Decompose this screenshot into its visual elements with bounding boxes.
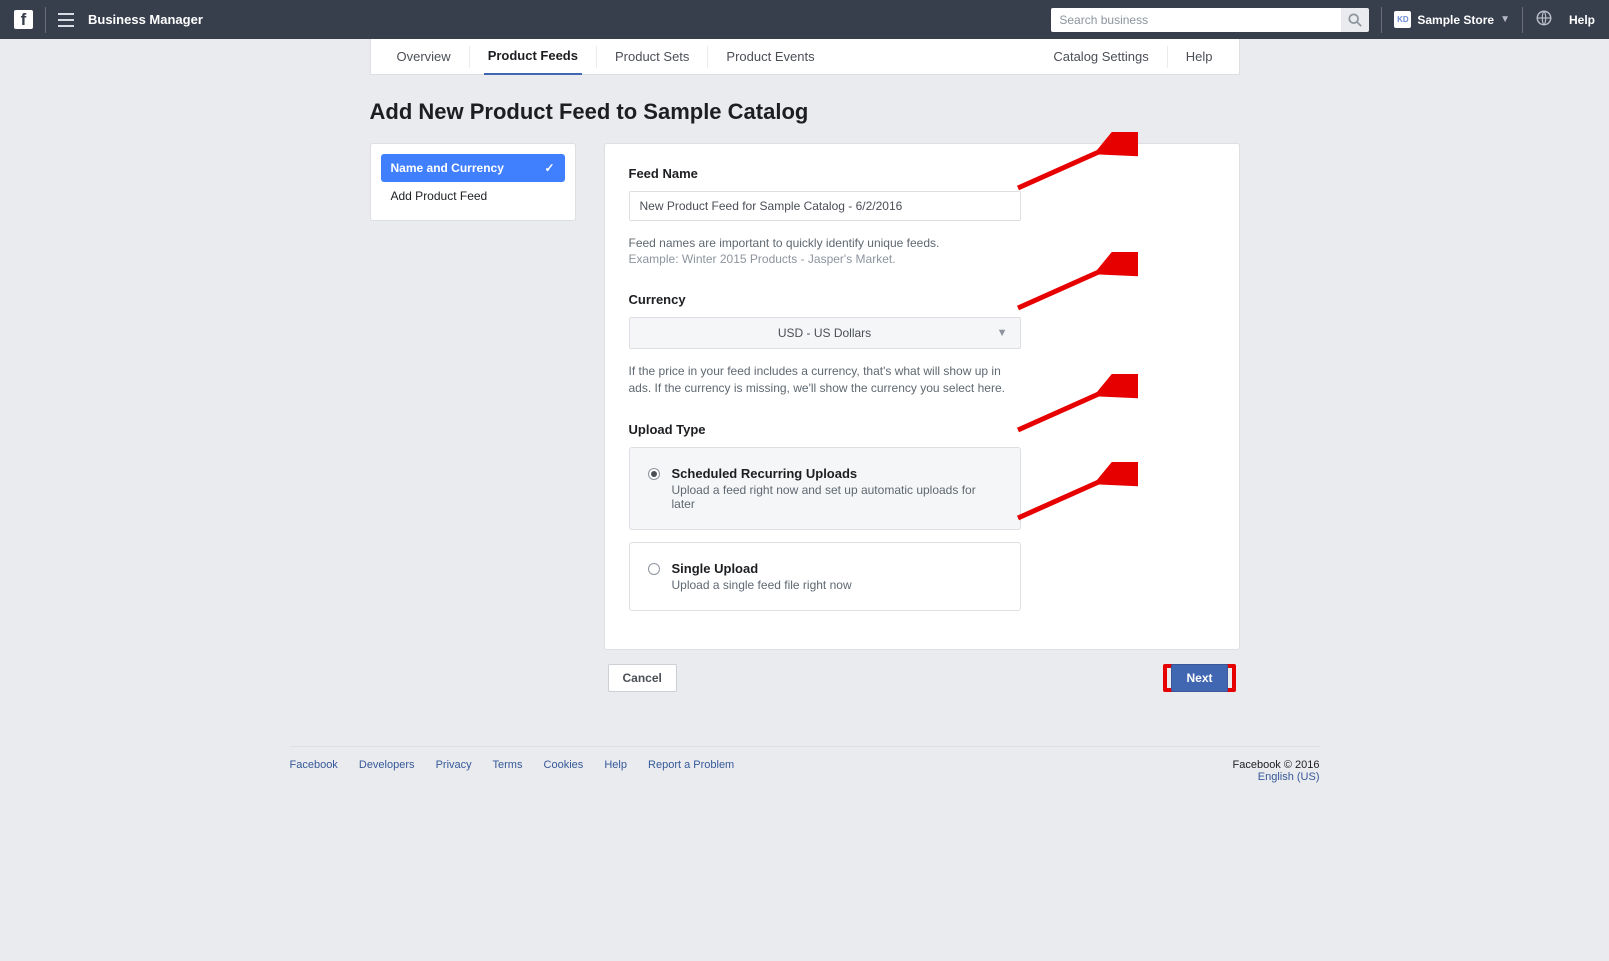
menu-icon[interactable]	[58, 13, 74, 27]
store-logo-icon: KD	[1394, 11, 1411, 28]
wizard-step-label: Add Product Feed	[391, 189, 488, 203]
footer-link[interactable]: Cookies	[544, 759, 584, 771]
tab-product-sets[interactable]: Product Sets	[611, 39, 693, 75]
top-help-link[interactable]: Help	[1569, 13, 1595, 27]
footer-link[interactable]: Facebook	[290, 759, 338, 771]
footer-copyright: Facebook © 2016	[1233, 759, 1320, 771]
divider	[1522, 7, 1523, 33]
upload-option-desc: Upload a single feed file right now	[672, 578, 852, 592]
divider	[1381, 7, 1382, 33]
search-icon	[1348, 13, 1362, 27]
topbar: f Business Manager KD Sample Store ▼ Hel…	[0, 0, 1609, 39]
tabs-bar: Overview Product Feeds Product Sets Prod…	[370, 39, 1240, 75]
currency-selected: USD - US Dollars	[778, 326, 871, 340]
store-name: Sample Store	[1417, 13, 1494, 27]
page-title: Add New Product Feed to Sample Catalog	[370, 99, 1240, 125]
footer-links: Facebook Developers Privacy Terms Cookie…	[290, 759, 753, 783]
upload-option-desc: Upload a feed right now and set up autom…	[672, 483, 1002, 511]
upload-option-title: Single Upload	[672, 561, 852, 576]
feed-name-label: Feed Name	[629, 166, 1215, 181]
search-wrap	[1051, 8, 1369, 32]
footer-link[interactable]: Privacy	[436, 759, 472, 771]
radio-icon	[648, 468, 660, 480]
upload-option-title: Scheduled Recurring Uploads	[672, 466, 1002, 481]
check-icon: ✓	[544, 161, 554, 175]
store-switcher[interactable]: KD Sample Store ▼	[1394, 11, 1510, 28]
chevron-down-icon: ▼	[1500, 14, 1510, 25]
upload-type-label: Upload Type	[629, 422, 1215, 437]
notifications-globe-icon[interactable]	[1535, 9, 1553, 30]
footer-link[interactable]: Report a Problem	[648, 759, 734, 771]
tab-product-feeds[interactable]: Product Feeds	[484, 39, 582, 75]
divider	[45, 7, 46, 33]
footer: Facebook Developers Privacy Terms Cookie…	[290, 746, 1320, 823]
feed-name-help: Feed names are important to quickly iden…	[629, 235, 1215, 252]
wizard-step-name-currency[interactable]: Name and Currency ✓	[381, 154, 565, 182]
annotation-highlight: Next	[1163, 664, 1235, 692]
wizard-step-label: Name and Currency	[391, 161, 504, 175]
radio-icon	[648, 563, 660, 575]
next-button[interactable]: Next	[1171, 664, 1227, 692]
footer-link[interactable]: Developers	[359, 759, 415, 771]
chevron-down-icon: ▼	[997, 327, 1008, 339]
form-card: Feed Name Feed names are important to qu…	[604, 143, 1240, 650]
currency-help: If the price in your feed includes a cur…	[629, 363, 1021, 397]
search-input[interactable]	[1051, 8, 1341, 32]
upload-type-option-scheduled[interactable]: Scheduled Recurring Uploads Upload a fee…	[629, 447, 1021, 530]
tab-overview[interactable]: Overview	[393, 39, 455, 75]
search-button[interactable]	[1341, 8, 1369, 32]
app-title: Business Manager	[88, 12, 203, 27]
upload-type-option-single[interactable]: Single Upload Upload a single feed file …	[629, 542, 1021, 611]
facebook-logo-icon[interactable]: f	[14, 10, 33, 29]
feed-name-input[interactable]	[629, 191, 1021, 221]
feed-name-example: Example: Winter 2015 Products - Jasper's…	[629, 252, 1215, 266]
annotation-arrow-icon	[1008, 462, 1138, 532]
wizard-steps: Name and Currency ✓ Add Product Feed	[370, 143, 576, 221]
tabs-help-link[interactable]: Help	[1182, 39, 1217, 75]
footer-link[interactable]: Terms	[493, 759, 523, 771]
footer-language[interactable]: English (US)	[1258, 771, 1320, 783]
currency-label: Currency	[629, 292, 1215, 307]
tab-product-events[interactable]: Product Events	[722, 39, 818, 75]
currency-dropdown[interactable]: USD - US Dollars ▼	[629, 317, 1021, 349]
footer-link[interactable]: Help	[604, 759, 627, 771]
catalog-settings-link[interactable]: Catalog Settings	[1049, 39, 1152, 75]
cancel-button[interactable]: Cancel	[608, 664, 677, 692]
wizard-step-add-feed[interactable]: Add Product Feed	[381, 182, 565, 210]
